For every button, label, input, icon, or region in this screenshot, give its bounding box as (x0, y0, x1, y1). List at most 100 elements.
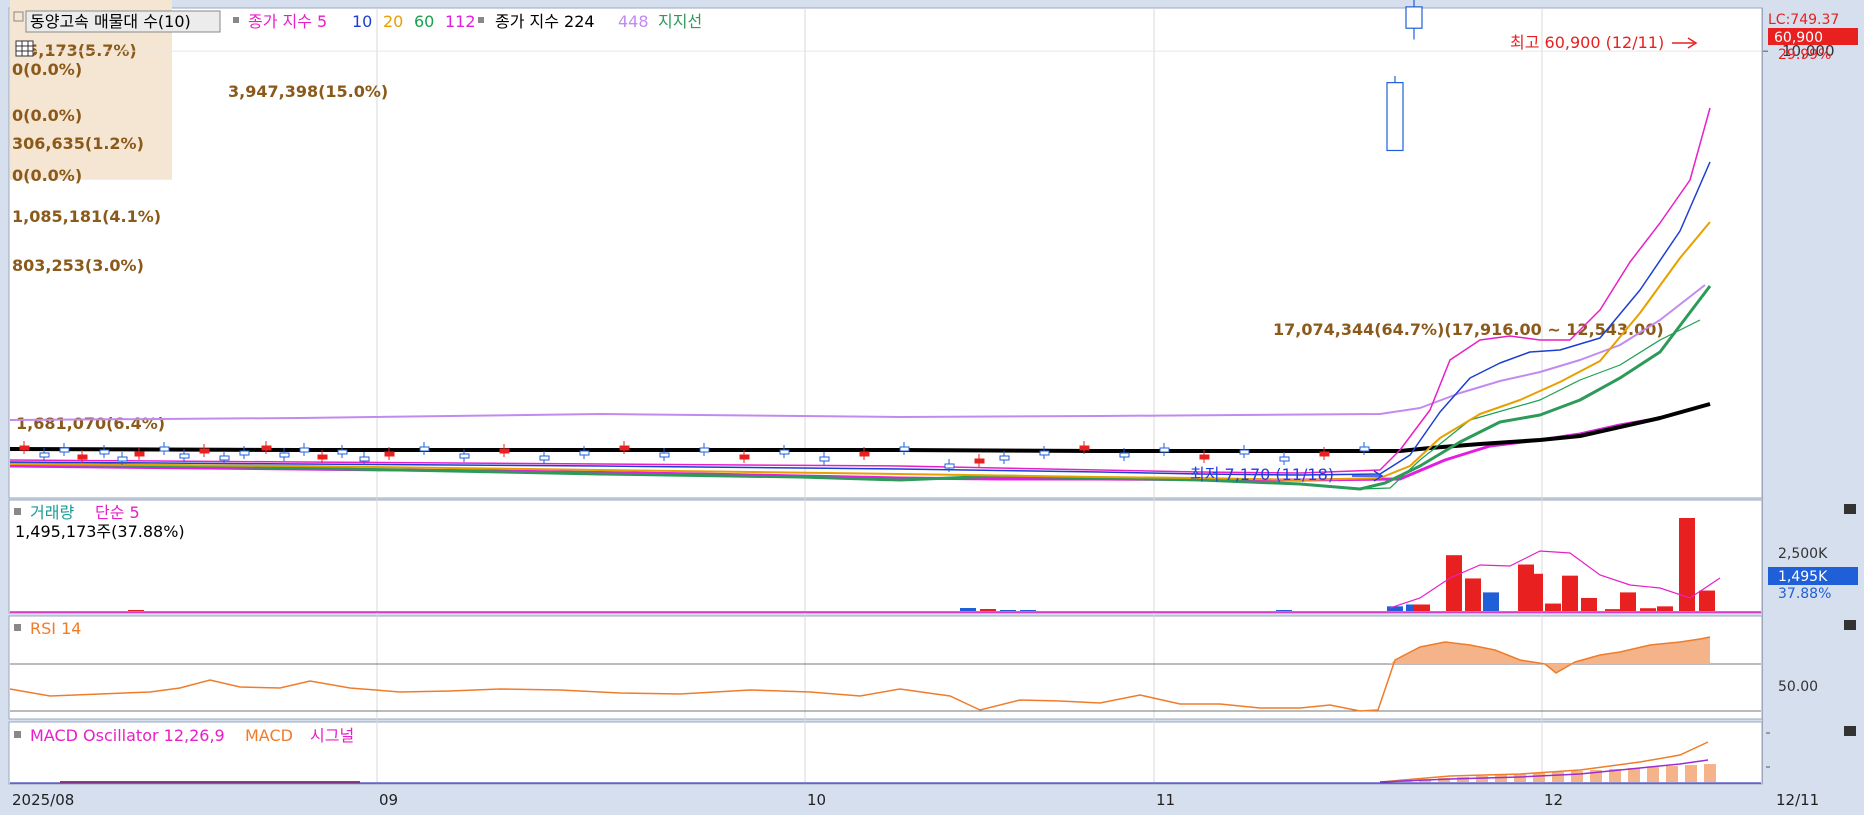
volume-title: 거래량 (30, 503, 74, 522)
chart-canvas[interactable]: 95,173(5.7%)0(0.0%)3,947,398(15.0%)0(0.0… (0, 0, 1864, 815)
legend-ma20: 20 (383, 12, 403, 31)
candle-body (1079, 445, 1090, 451)
volume-bar (1657, 606, 1673, 611)
macd-oscillator-bar (1514, 774, 1526, 782)
candle-body (261, 445, 272, 451)
volume-bar (1640, 608, 1656, 611)
volume-bar (1562, 575, 1578, 611)
table-icon[interactable] (15, 40, 34, 57)
volume-profile-label: 17,074,344(64.7%)(17,916.00 ~ 12,543.00) (1273, 320, 1664, 339)
volume-bar (1465, 578, 1481, 611)
volume-profile-label: 803,253(3.0%) (12, 256, 144, 275)
rsi-title: RSI 14 (30, 619, 81, 638)
candle-body (179, 453, 190, 459)
macd-oscillator-bar (1666, 766, 1678, 782)
rsi-close-icon[interactable] (1844, 620, 1856, 630)
candle-body (299, 447, 310, 453)
candle-body (117, 456, 128, 462)
candle-body (219, 455, 230, 461)
candle-body (819, 456, 830, 462)
candle-body (619, 445, 630, 451)
candle-body (1405, 6, 1423, 29)
candle-body (279, 452, 290, 458)
legend-ma60: 60 (414, 12, 434, 31)
macd-oscillator-bar (1685, 765, 1697, 782)
volume-bar (1387, 606, 1403, 611)
volume-panel[interactable] (8, 499, 1763, 614)
volume-close-icon[interactable] (1844, 504, 1856, 514)
price-axis[interactable] (1764, 8, 1858, 784)
rsi-toggle-icon[interactable] (14, 624, 21, 631)
volume-last-pct: 37.88% (1778, 586, 1831, 602)
candle-body (1359, 446, 1370, 452)
macd-oscillator-bar (1704, 764, 1716, 782)
volume-bar (1276, 610, 1292, 611)
macd-oscillator-bar (1647, 767, 1659, 782)
x-label-dec: 12 (1544, 791, 1563, 809)
candle-body (944, 463, 955, 469)
legend-ma224: 종가 지수 224 (495, 12, 595, 31)
legend-support: 지지선 (658, 12, 702, 31)
volume-bar (1620, 592, 1636, 611)
candle-body (134, 451, 145, 457)
axis-divider (1762, 8, 1763, 784)
volume-bar (1020, 610, 1036, 611)
macd-close-icon[interactable] (1844, 726, 1856, 736)
candle-body (659, 452, 670, 458)
volume-bar (1000, 610, 1016, 611)
candle-body (1239, 449, 1250, 455)
volume-bar (128, 610, 144, 611)
volume-bar (1545, 603, 1561, 611)
volume-bar (1446, 555, 1462, 611)
candle-body (159, 446, 170, 452)
volume-toggle-icon[interactable] (14, 508, 21, 515)
macd-oscillator-bar (1476, 776, 1488, 782)
candle-body (1119, 452, 1130, 458)
volume-bar (1414, 604, 1430, 611)
rsi-axis-tick: 50.00 (1778, 679, 1818, 695)
candle-body (899, 446, 910, 452)
candle-body (459, 453, 470, 459)
stock-chart-window: 95,173(5.7%) 0(0.0%) 3,947,398(15.0%) 0(0.0… (0, 0, 1864, 815)
candle-body (699, 447, 710, 453)
candle-body (1386, 82, 1404, 152)
x-label-nov: 11 (1156, 791, 1175, 809)
macd-label: MACD (245, 726, 293, 745)
volume-last-text: 1,495K (1778, 569, 1828, 585)
time-axis[interactable] (9, 786, 1858, 813)
legend-ma448: 448 (618, 12, 649, 31)
candle-body (199, 448, 210, 454)
candle-body (499, 448, 510, 454)
volume-bar (980, 609, 996, 611)
volume-profile-label: 95,173(5.7%) (16, 41, 137, 60)
rsi-panel[interactable] (8, 615, 1763, 720)
volume-profile-label: 0(0.0%) (12, 106, 82, 125)
candle-body (1319, 451, 1330, 457)
volume-bar (1581, 597, 1597, 611)
volume-profile-label: 1,681,070(6.4%) (16, 414, 165, 433)
x-label-aug: 2025/08 (12, 791, 74, 809)
candle-body (999, 455, 1010, 461)
volume-bar (960, 608, 976, 611)
candle-body (579, 450, 590, 456)
candle-body (384, 451, 395, 457)
candle-body (539, 455, 550, 461)
x-label-sep: 09 (379, 791, 398, 809)
volume-bar (1605, 609, 1621, 611)
candle-body (1159, 447, 1170, 453)
volume-profile-label: 306,635(1.2%) (12, 134, 144, 153)
volume-profile-label: 3,947,398(15.0%) (228, 82, 388, 101)
candle-body (239, 450, 250, 456)
legend-ma10: 10 (352, 12, 372, 31)
macd-title: MACD Oscillator 12,26,9 (30, 726, 225, 745)
x-label-oct: 10 (807, 791, 826, 809)
legend-ma112: 112 (445, 12, 476, 31)
candle-body (1199, 454, 1210, 460)
candle-body (739, 454, 750, 460)
signal-label: 시그널 (310, 726, 354, 745)
x-label-last-date: 12/11 (1776, 791, 1819, 809)
volume-profile-label: 1,085,181(4.1%) (12, 207, 161, 226)
candle-body (779, 449, 790, 455)
lc-label: LC:749.37 (1768, 12, 1839, 28)
macd-toggle-icon[interactable] (14, 731, 21, 738)
